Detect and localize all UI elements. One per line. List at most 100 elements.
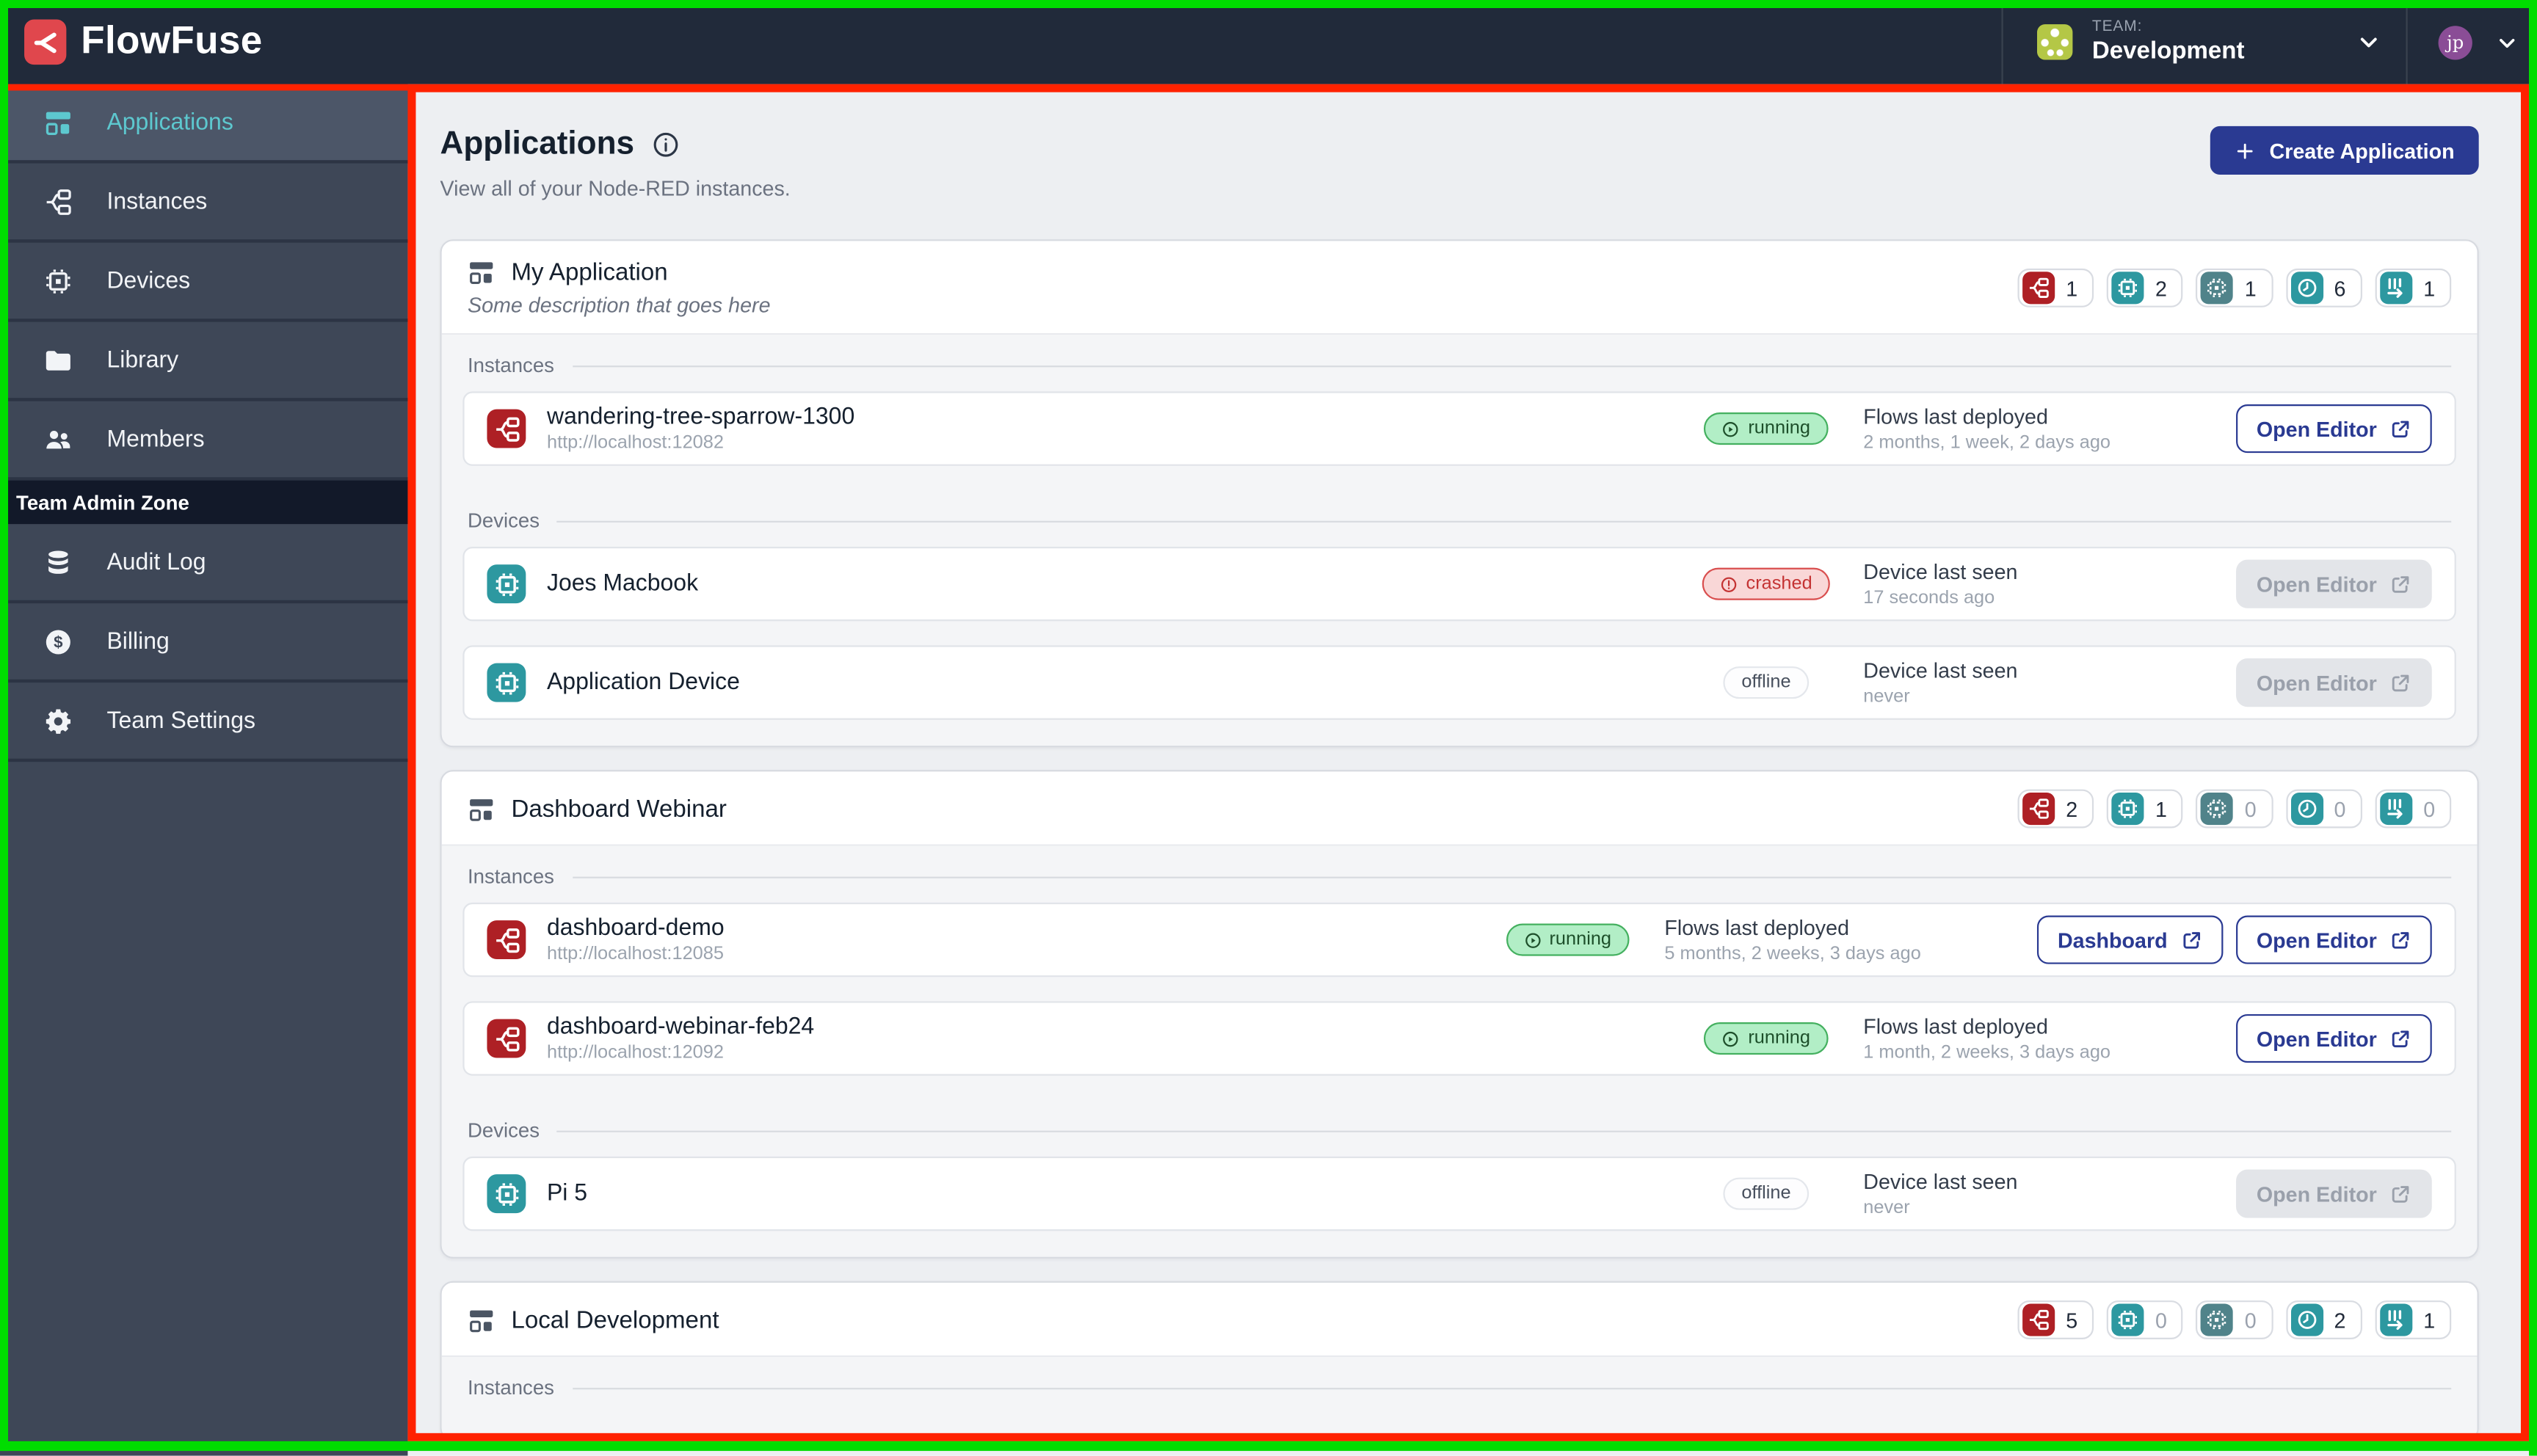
badge-count: 0	[2244, 1308, 2257, 1333]
sidebar-item-billing[interactable]: $ Billing	[0, 603, 408, 683]
section-divider	[572, 365, 2452, 367]
status-badge: offline	[1724, 1177, 1809, 1210]
play-circle-icon	[1523, 931, 1541, 948]
info-icon[interactable]	[652, 131, 679, 159]
open-editor-button[interactable]: Open Editor	[2235, 404, 2432, 454]
section-divider	[572, 1387, 2452, 1389]
meta-value: 1 month, 2 weeks, 3 days ago	[1863, 1043, 2111, 1063]
badge-pipelines-count[interactable]: 1	[2375, 268, 2452, 307]
page-title: Applications	[440, 125, 635, 162]
badge-count: 0	[2244, 796, 2257, 821]
device-row[interactable]: Application Device offline Device last see…	[462, 645, 2456, 720]
status-text: offline	[1741, 1184, 1791, 1204]
sidebar-item-members[interactable]: Members	[0, 401, 408, 481]
device-row[interactable]: Pi 5 offline Device last seen never Open Edi…	[462, 1156, 2456, 1231]
badge-snapshots-count[interactable]: 6	[2285, 268, 2362, 307]
status-badge: crashed	[1702, 567, 1830, 600]
badge-pipelines-count[interactable]: 1	[2375, 1300, 2452, 1339]
badge-count: 1	[2244, 275, 2257, 300]
device-icon	[487, 564, 526, 604]
badge-devices-count[interactable]: 0	[2106, 1300, 2183, 1339]
badge-pipelines-count[interactable]: 0	[2375, 789, 2452, 829]
badge-count: 1	[2423, 275, 2436, 300]
badge-instances-count[interactable]: 1	[2017, 268, 2094, 307]
application-card-header[interactable]: My Application Some description that goes…	[441, 241, 2478, 335]
sidebar-item-devices[interactable]: Devices	[0, 243, 408, 322]
badge-count: 2	[2334, 1308, 2346, 1333]
flowfuse-logo[interactable]: FlowFuse	[0, 19, 263, 65]
section-label: Instances	[462, 846, 2456, 903]
sidebar-item-team-settings[interactable]: Team Settings	[0, 682, 408, 762]
device-group-icon	[2201, 272, 2234, 305]
open-editor-button[interactable]: Open Editor	[2235, 1013, 2432, 1063]
section-label: Devices	[462, 1100, 2456, 1157]
instance-row[interactable]: dashboard-webinar-feb24 http://localhost:…	[462, 1001, 2456, 1076]
device-group-icon	[2201, 793, 2234, 826]
badge-devices-count[interactable]: 2	[2106, 268, 2183, 307]
application-card-header[interactable]: Local Development 5 0 0 2 1	[441, 1282, 2478, 1358]
badge-device-groups-count[interactable]: 0	[2196, 1300, 2273, 1339]
sidebar-item-label: Members	[106, 426, 205, 453]
status-badge: running	[1704, 412, 1829, 445]
application-card-body: Instances	[441, 1357, 2478, 1440]
settings-icon	[44, 706, 73, 735]
application-card-body: Instances dashboard-demo http://localhost:…	[441, 845, 2478, 1257]
create-application-button[interactable]: Create Application	[2209, 125, 2479, 175]
sidebar-item-applications[interactable]: Applications	[0, 84, 408, 164]
section-label: Instances	[462, 335, 2456, 391]
flowfuse-logo-text: FlowFuse	[81, 19, 263, 63]
chevron-down-icon	[2357, 31, 2380, 54]
instance-name: wandering-tree-sparrow-1300	[546, 404, 855, 431]
meta-title: Device last seen	[1863, 559, 2018, 584]
sidebar-item-instances[interactable]: Instances	[0, 164, 408, 243]
instance-url[interactable]: http://localhost:12082	[547, 434, 1669, 453]
sidebar-item-library[interactable]: Library	[0, 322, 408, 401]
svg-text:$: $	[54, 633, 63, 651]
sidebar-item-audit-log[interactable]: Audit Log	[0, 524, 408, 604]
badge-device-groups-count[interactable]: 0	[2196, 789, 2273, 829]
instance-row[interactable]: dashboard-demo http://localhost:12085 runn…	[462, 902, 2456, 978]
instances-icon	[44, 187, 73, 216]
status-text: crashed	[1746, 574, 1812, 594]
meta-title: Flows last deployed	[1664, 915, 1850, 940]
instance-row[interactable]: wandering-tree-sparrow-1300 http://localh…	[462, 391, 2456, 466]
meta-title: Flows last deployed	[1863, 404, 2048, 429]
badge-instances-count[interactable]: 5	[2017, 1300, 2094, 1339]
team-selector[interactable]: TEAM: Development	[2001, 0, 2406, 84]
button-label: Open Editor	[2256, 416, 2377, 441]
billing-icon: $	[44, 627, 73, 656]
main-content: Applications View all of your Node-RED i…	[407, 84, 2537, 1456]
badge-snapshots-count[interactable]: 0	[2285, 789, 2362, 829]
badge-snapshots-count[interactable]: 2	[2285, 1300, 2362, 1339]
application-icon	[468, 795, 495, 822]
button-label: Open Editor	[2256, 928, 2377, 953]
audit-log-icon	[44, 547, 73, 577]
badge-devices-count[interactable]: 1	[2106, 789, 2183, 829]
application-card: Local Development 5 0 0 2 1 Instances	[440, 1281, 2479, 1441]
dashboard-button[interactable]: Dashboard	[2036, 915, 2223, 964]
instance-url[interactable]: http://localhost:12085	[547, 944, 1470, 964]
device-row[interactable]: Joes Macbook crashed Device last seen 17 se…	[462, 546, 2456, 622]
instance-name: dashboard-demo	[546, 915, 725, 942]
application-card-header[interactable]: Dashboard Webinar 2 1 0 0 0	[441, 771, 2478, 846]
status-badge: running	[1505, 923, 1630, 956]
pipelines-icon	[2379, 793, 2412, 826]
badge-device-groups-count[interactable]: 1	[2196, 268, 2273, 307]
devices-icon	[44, 266, 73, 296]
applications-icon	[44, 108, 73, 137]
instance-url[interactable]: http://localhost:12092	[547, 1044, 1669, 1063]
user-menu[interactable]: jp	[2406, 0, 2537, 84]
badge-instances-count[interactable]: 2	[2017, 789, 2094, 829]
badge-count: 0	[2155, 1308, 2167, 1333]
flowfuse-logo-icon	[24, 19, 67, 65]
meta-value: 5 months, 2 weeks, 3 days ago	[1664, 944, 1921, 964]
open-editor-button[interactable]: Open Editor	[2235, 915, 2432, 964]
sidebar-item-label: Devices	[106, 267, 191, 294]
application-name: Local Development	[511, 1306, 719, 1334]
application-count-badges: 5 0 0 2 1	[2017, 1300, 2452, 1339]
external-link-icon	[2389, 573, 2411, 594]
device-icon	[487, 1174, 526, 1214]
device-name: Pi 5	[546, 1180, 588, 1207]
open-editor-button: Open Editor	[2235, 1169, 2432, 1218]
external-link-icon	[2389, 1183, 2411, 1204]
